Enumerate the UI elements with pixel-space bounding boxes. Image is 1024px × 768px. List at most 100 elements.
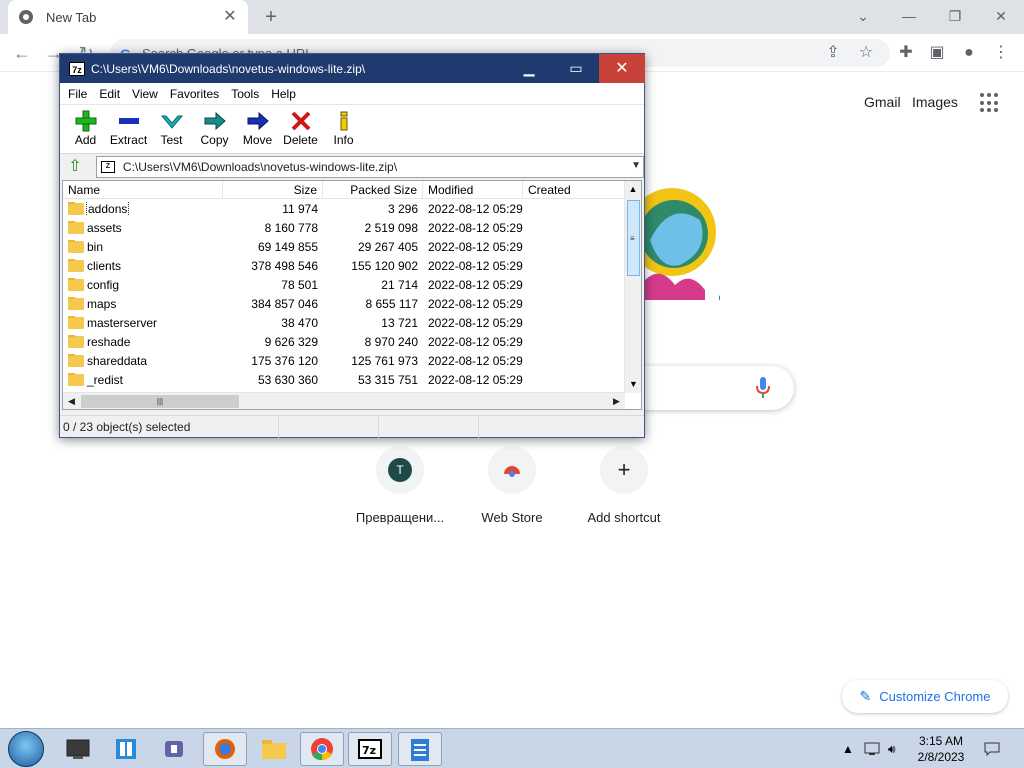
row-packed-size: 2 519 098	[364, 220, 418, 235]
status-segment	[279, 415, 379, 438]
row-size: 378 498 546	[251, 258, 318, 273]
scroll-thumb[interactable]: ≡	[627, 200, 640, 276]
row-size: 53 630 360	[257, 372, 318, 387]
web-store-icon	[488, 446, 536, 494]
scroll-up-icon[interactable]: ▲	[625, 181, 641, 198]
scroll-left-icon[interactable]: ◀	[63, 393, 80, 409]
tab-new-tab[interactable]: New Tab ✕	[8, 0, 248, 34]
close-window-button[interactable]: ✕	[989, 4, 1013, 28]
chrome-taskbar-icon[interactable]	[300, 732, 344, 766]
table-row[interactable]: bin 69 149 855 29 267 405 2022-08-12 05:29	[63, 237, 641, 256]
google-apps-icon[interactable]	[980, 93, 1000, 113]
images-link[interactable]: Images	[912, 94, 958, 110]
horizontal-scrollbar[interactable]: ◀ ||| ▶	[63, 392, 625, 409]
move-button[interactable]: Move	[236, 109, 279, 147]
notification-icon[interactable]	[984, 729, 1000, 768]
table-row[interactable]: maps 384 857 046 8 655 117 2022-08-12 05:29	[63, 294, 641, 313]
bookmark-star-icon[interactable]: ☆	[855, 42, 877, 64]
back-button[interactable]: ←	[10, 41, 34, 65]
side-panel-icon[interactable]: ▣	[926, 42, 948, 64]
dropdown-chevron-icon[interactable]: ▼	[631, 160, 641, 171]
close-button[interactable]: ✕	[599, 54, 645, 83]
test-button[interactable]: Test	[150, 109, 193, 147]
sevenzip-taskbar-icon[interactable]: 7z	[348, 732, 392, 766]
column-header-name[interactable]: Name	[63, 181, 223, 199]
menu-view[interactable]: View	[126, 87, 164, 101]
info-button[interactable]: Info	[322, 109, 365, 147]
folder-up-icon[interactable]: ⇧	[64, 156, 86, 178]
vertical-scrollbar[interactable]: ▲ ≡ ▼	[624, 181, 641, 393]
table-row[interactable]: assets 8 160 778 2 519 098 2022-08-12 05:29	[63, 218, 641, 237]
delete-button[interactable]: Delete	[279, 109, 322, 147]
row-modified: 2022-08-12 05:29	[428, 315, 523, 330]
table-row[interactable]: addons 11 974 3 296 2022-08-12 05:29	[63, 199, 641, 218]
menu-edit[interactable]: Edit	[93, 87, 126, 101]
table-row[interactable]: _redist 53 630 360 53 315 751 2022-08-12 05…	[63, 370, 641, 389]
teams-icon[interactable]	[152, 732, 196, 766]
scroll-right-icon[interactable]: ▶	[608, 393, 625, 409]
gmail-link[interactable]: Gmail	[864, 94, 901, 110]
menu-file[interactable]: File	[62, 87, 93, 101]
sevenzip-titlebar[interactable]: 7z C:\Users\VM6\Downloads\novetus-window…	[60, 54, 645, 83]
new-tab-button[interactable]: +	[260, 6, 282, 28]
column-header-created[interactable]: Created	[523, 181, 625, 199]
tablet-icon[interactable]	[104, 732, 148, 766]
shortcut-tile[interactable]: T Превращени...	[344, 446, 456, 525]
copy-button[interactable]: Copy	[193, 109, 236, 147]
notepad-taskbar-icon[interactable]	[398, 732, 442, 766]
maximize-button[interactable]: ▭	[553, 54, 599, 83]
row-packed-size: 155 120 902	[351, 258, 418, 273]
shortcut-web-store[interactable]: Web Store	[456, 446, 568, 525]
network-icon[interactable]	[864, 729, 882, 768]
menu-tools[interactable]: Tools	[225, 87, 265, 101]
scroll-thumb-horizontal[interactable]: |||	[81, 395, 239, 408]
row-size: 69 149 855	[257, 239, 318, 254]
minimize-button[interactable]: ▁	[506, 54, 552, 83]
row-name-cell: addons	[63, 201, 223, 216]
restore-button[interactable]: ❐	[943, 4, 967, 28]
row-name: assets	[87, 220, 122, 235]
scroll-down-icon[interactable]: ▼	[625, 376, 641, 393]
row-name: bin	[87, 239, 104, 254]
row-packed-size: 125 761 973	[351, 353, 418, 368]
extensions-icon[interactable]: ✚	[895, 42, 917, 64]
column-header-packed-size[interactable]: Packed Size	[323, 181, 423, 199]
address-field[interactable]: Z C:\Users\VM6\Downloads\novetus-windows…	[95, 156, 644, 178]
firefox-taskbar-icon[interactable]	[203, 732, 247, 766]
column-header-modified[interactable]: Modified	[423, 181, 523, 199]
start-button[interactable]	[8, 731, 44, 767]
shortcut-label: Web Store	[481, 510, 543, 525]
table-row[interactable]: reshade 9 626 329 8 970 240 2022-08-12 05:2…	[63, 332, 641, 351]
tab-search-chevron-icon[interactable]: ⌄	[851, 4, 875, 28]
column-header-size[interactable]: Size	[223, 181, 323, 199]
show-hidden-icons-icon[interactable]: ▲	[842, 729, 854, 768]
table-row[interactable]: shareddata 175 376 120 125 761 973 2022-08-…	[63, 351, 641, 370]
row-size: 11 974	[282, 201, 318, 216]
customize-chrome-button[interactable]: ✎ Customize Chrome	[842, 680, 1008, 713]
row-name-cell: config	[63, 277, 223, 292]
minus-icon	[107, 109, 150, 133]
tab-close-icon[interactable]: ✕	[222, 9, 238, 25]
taskbar-clock[interactable]: 3:15 AM 2/8/2023	[906, 733, 976, 765]
extract-button[interactable]: Extract	[107, 109, 150, 147]
table-row[interactable]: masterserver 38 470 13 721 2022-08-12 05:29	[63, 313, 641, 332]
google-doodle[interactable]	[640, 170, 720, 310]
add-shortcut-button[interactable]: + Add shortcut	[568, 446, 680, 525]
share-icon[interactable]: ⇪	[822, 42, 844, 64]
clock-date: 2/8/2023	[917, 750, 965, 764]
table-row[interactable]: clients 378 498 546 155 120 902 2022-08-12 …	[63, 256, 641, 275]
table-row[interactable]: config 78 501 21 714 2022-08-12 05:29	[63, 275, 641, 294]
show-desktop-icon[interactable]	[56, 732, 100, 766]
move-arrow-icon	[236, 109, 279, 133]
chrome-menu-icon[interactable]: ⋮	[990, 42, 1012, 64]
voice-search-icon[interactable]	[756, 377, 770, 399]
menu-favorites[interactable]: Favorites	[164, 87, 225, 101]
customize-chrome-label: Customize Chrome	[879, 689, 991, 704]
menu-help[interactable]: Help	[265, 87, 302, 101]
add-button[interactable]: Add	[64, 109, 107, 147]
file-explorer-icon[interactable]	[252, 732, 296, 766]
minimize-button[interactable]: —	[897, 4, 921, 28]
volume-icon[interactable]: 🔊︎	[888, 729, 896, 768]
profile-icon[interactable]: ●	[958, 42, 980, 64]
status-selection: 0 / 23 object(s) selected	[60, 415, 279, 438]
